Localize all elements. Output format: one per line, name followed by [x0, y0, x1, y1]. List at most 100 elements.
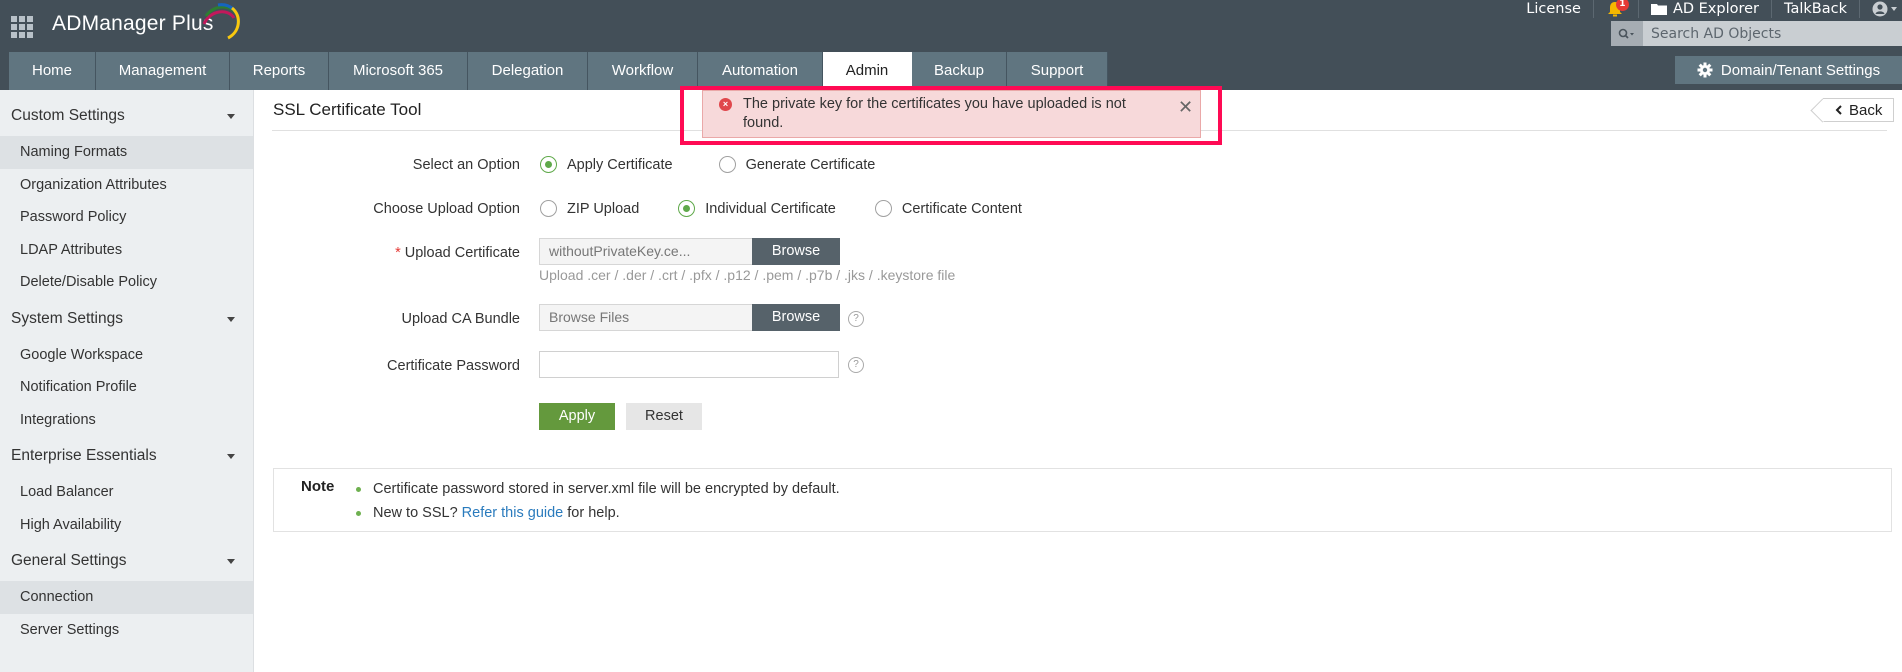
radio-individual-certificate[interactable]: Individual Certificate [678, 200, 836, 217]
search-icon[interactable] [1611, 21, 1643, 46]
talkback-link[interactable]: TalkBack [1772, 0, 1860, 18]
tab-backup[interactable]: Backup [912, 52, 1007, 90]
radio-zip-upload[interactable]: ZIP Upload [540, 200, 639, 217]
search-input[interactable] [1643, 21, 1902, 46]
ca-bundle-browse-button[interactable]: Browse [752, 304, 840, 331]
notifications-button[interactable]: 1 [1594, 0, 1639, 18]
caret-down-icon [227, 454, 235, 459]
sidebar-group-general-settings[interactable]: General Settings [0, 541, 253, 581]
error-toast: × The private key for the certificates y… [702, 90, 1201, 138]
back-button[interactable]: Back [1823, 98, 1894, 122]
help-icon[interactable]: ? [848, 311, 864, 327]
user-avatar-icon [1872, 1, 1897, 17]
radio-checked-icon [540, 156, 557, 173]
license-link[interactable]: License [1514, 0, 1594, 18]
sidebar-group-label: Custom Settings [11, 107, 125, 124]
note-title: Note [301, 478, 335, 495]
select-option-label: Select an Option [412, 157, 520, 173]
apply-button[interactable]: Apply [539, 403, 615, 430]
radio-unchecked-icon [540, 200, 557, 217]
note-item: Certificate password stored in server.xm… [356, 480, 840, 504]
radio-label: Individual Certificate [705, 200, 836, 217]
close-icon[interactable]: ✕ [1178, 98, 1193, 116]
radio-apply-certificate[interactable]: Apply Certificate [540, 156, 673, 173]
sidebar-group-custom-settings[interactable]: Custom Settings [0, 96, 253, 136]
gear-icon [1697, 62, 1713, 78]
notification-count-badge: 1 [1615, 0, 1629, 11]
note-box: Note Certificate password stored in serv… [273, 468, 1892, 532]
sidebar-item-organization-attributes[interactable]: Organization Attributes [0, 169, 253, 202]
domain-tenant-settings-button[interactable]: Domain/Tenant Settings [1675, 56, 1902, 84]
select-option-radio-group: Apply Certificate Generate Certificate [540, 156, 875, 173]
note-text: for help. [563, 505, 620, 521]
radio-checked-icon [678, 200, 696, 217]
sidebar-group-label: System Settings [11, 309, 123, 327]
upload-certificate-label-text: Upload Certificate [404, 245, 520, 261]
sidebar-item-delete-disable-policy[interactable]: Delete/Disable Policy [0, 266, 253, 299]
sidebar-item-google-workspace[interactable]: Google Workspace [0, 339, 253, 372]
top-links: License 1 AD Explorer TalkBack [1514, 0, 1902, 18]
sidebar-item-integrations[interactable]: Integrations [0, 404, 253, 437]
tab-automation[interactable]: Automation [698, 52, 823, 90]
note-text: Certificate password stored in server.xm… [373, 481, 840, 497]
app-logo: ADManager Plus [52, 12, 214, 35]
sidebar-item-load-balancer[interactable]: Load Balancer [0, 476, 253, 509]
main-nav: Home Management Reports Microsoft 365 De… [9, 52, 1108, 90]
refer-guide-link[interactable]: Refer this guide [462, 505, 564, 521]
sidebar-item-high-availability[interactable]: High Availability [0, 509, 253, 542]
user-menu[interactable] [1860, 0, 1902, 18]
page-title: SSL Certificate Tool [273, 100, 422, 119]
tab-support[interactable]: Support [1007, 52, 1108, 90]
upload-option-label: Choose Upload Option [373, 201, 520, 217]
logo-arc-icon [202, 3, 240, 40]
note-list: Certificate password stored in server.xm… [356, 480, 840, 528]
sidebar-item-connection[interactable]: Connection [0, 581, 253, 614]
error-message: The private key for the certificates you… [743, 96, 1126, 131]
ad-explorer-link[interactable]: AD Explorer [1639, 0, 1773, 18]
upload-certificate-file-field[interactable]: withoutPrivateKey.ce... [539, 238, 767, 265]
chevron-left-icon [1835, 102, 1843, 119]
note-item: New to SSL? Refer this guide for help. [356, 504, 840, 528]
sidebar-group-label: Enterprise Essentials [11, 447, 157, 464]
ca-bundle-label: Upload CA Bundle [401, 311, 521, 327]
radio-unchecked-icon [718, 156, 736, 173]
app-launcher-icon[interactable] [11, 16, 33, 38]
help-icon[interactable]: ? [848, 357, 864, 373]
tab-admin[interactable]: Admin [823, 52, 912, 90]
radio-label: Apply Certificate [567, 156, 673, 173]
sidebar-group-enterprise-essentials[interactable]: Enterprise Essentials [0, 436, 253, 476]
sidebar-group-system-settings[interactable]: System Settings [0, 299, 253, 339]
app-header: ADManager Plus License 1 AD Explorer Tal… [0, 0, 1902, 90]
radio-unchecked-icon [874, 200, 892, 217]
sidebar-item-notification-profile[interactable]: Notification Profile [0, 371, 253, 404]
upload-certificate-browse-button[interactable]: Browse [752, 238, 840, 265]
tab-home[interactable]: Home [9, 52, 96, 90]
ca-bundle-file-field[interactable]: Browse Files [539, 304, 767, 331]
tab-microsoft-365[interactable]: Microsoft 365 [329, 52, 468, 90]
radio-label: ZIP Upload [567, 200, 640, 217]
reset-button[interactable]: Reset [626, 403, 702, 430]
radio-certificate-content[interactable]: Certificate Content [874, 200, 1022, 217]
certificate-password-input[interactable] [539, 351, 839, 378]
main-content: SSL Certificate Tool Back Select an Opti… [255, 90, 1902, 672]
certificate-password-label: Certificate Password [387, 358, 520, 374]
sidebar-group-label: General Settings [11, 552, 127, 569]
note-text: New to SSL? [373, 505, 462, 521]
ad-objects-search [1611, 21, 1902, 46]
ad-explorer-label: AD Explorer [1672, 1, 1760, 17]
tab-delegation[interactable]: Delegation [468, 52, 588, 90]
radio-generate-certificate[interactable]: Generate Certificate [718, 156, 876, 173]
sidebar-item-password-policy[interactable]: Password Policy [0, 201, 253, 234]
sidebar-item-ldap-attributes[interactable]: LDAP Attributes [0, 234, 253, 267]
caret-down-icon [227, 316, 235, 322]
required-asterisk: * [395, 245, 401, 261]
radio-label: Generate Certificate [745, 156, 876, 173]
upload-certificate-hint: Upload .cer / .der / .crt / .pfx / .p12 … [539, 267, 956, 283]
tab-management[interactable]: Management [96, 52, 230, 90]
sidebar-item-server-settings[interactable]: Server Settings [0, 614, 253, 647]
tab-reports[interactable]: Reports [230, 52, 329, 90]
sidebar: Custom Settings Naming Formats Organizat… [0, 90, 254, 672]
tab-workflow[interactable]: Workflow [588, 52, 698, 90]
upload-certificate-label: * Upload Certificate [395, 245, 520, 261]
sidebar-item-naming-formats[interactable]: Naming Formats [0, 136, 253, 169]
